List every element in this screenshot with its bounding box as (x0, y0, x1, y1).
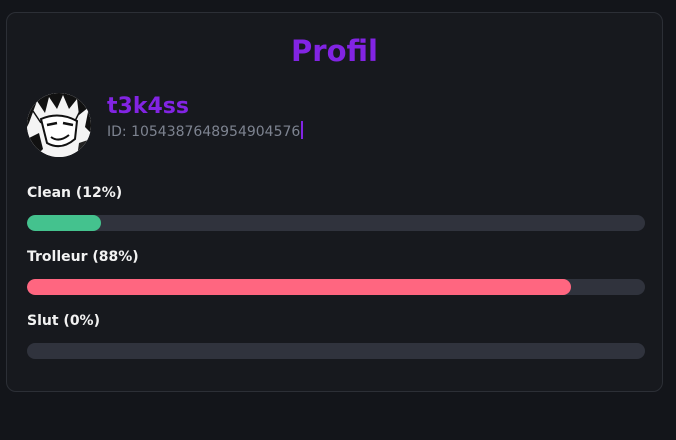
user-id: ID: 1054387648954904576 (107, 121, 304, 141)
progress-fill-clean (27, 215, 102, 231)
stat-slut: Slut (0%) (27, 312, 645, 359)
stat-clean: Clean (12%) (27, 184, 645, 231)
progress-track-slut (27, 343, 645, 359)
progress-track-clean (27, 215, 645, 231)
stat-label-trolleur: Trolleur (88%) (27, 249, 139, 265)
stat-trolleur: Trolleur (88%) (27, 248, 645, 295)
progress-track-trolleur (27, 279, 645, 295)
manga-character-avatar-icon (27, 93, 91, 157)
page-title: Profil (291, 34, 378, 68)
username: t3k4ss (107, 94, 189, 119)
stat-label-slut: Slut (0%) (27, 313, 100, 329)
avatar (27, 93, 91, 157)
progress-fill-trolleur (27, 279, 571, 295)
user-id-text: ID: 1054387648954904576 (107, 124, 301, 140)
text-cursor (301, 121, 304, 139)
stat-label-clean: Clean (12%) (27, 185, 123, 201)
profile-card: Profil t3k4ss ID: 1054387648954904576 Cl… (6, 12, 663, 392)
